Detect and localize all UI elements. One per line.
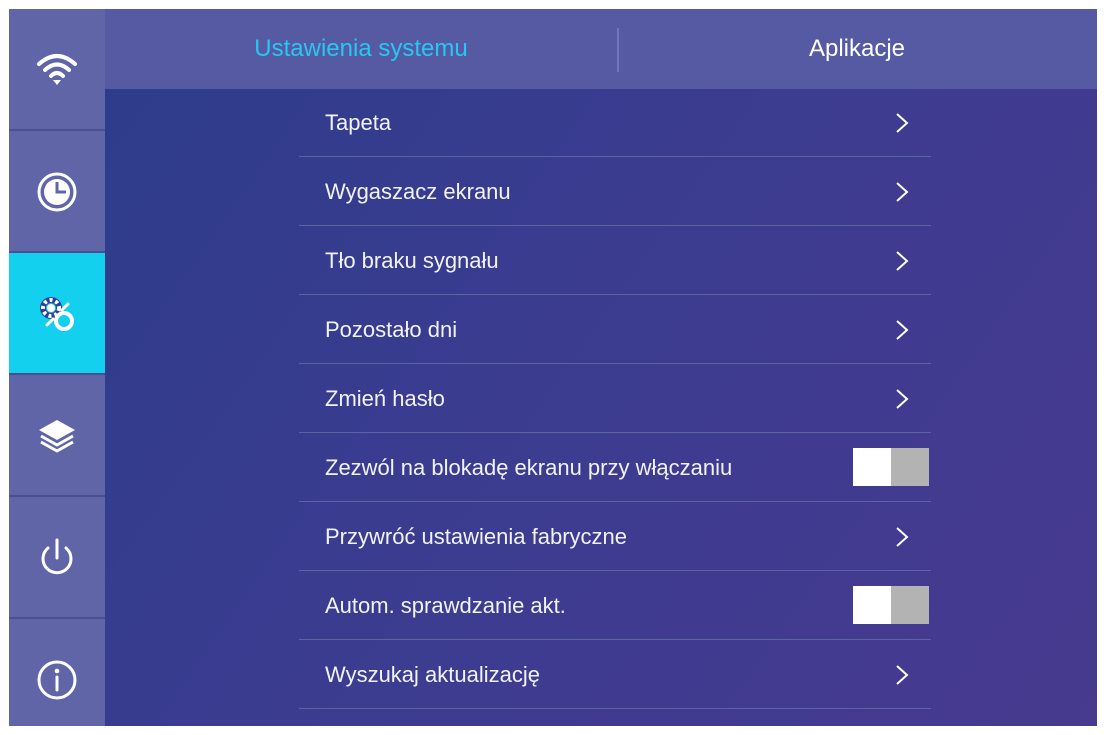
settings-row-no-signal-background[interactable]: Tło braku sygnału [299, 226, 931, 295]
sidebar-item-time[interactable] [9, 131, 105, 253]
tab-system-settings[interactable]: Ustawienia systemu [105, 9, 617, 89]
toggle-knob [853, 448, 891, 486]
tab-applications[interactable]: Aplikacje [617, 9, 1097, 89]
settings-row-days-left[interactable]: Pozostało dni [299, 295, 931, 364]
row-label: Tapeta [325, 110, 392, 135]
chevron-right-icon [896, 113, 909, 133]
chevron-right-icon [896, 320, 909, 340]
settings-row-wallpaper[interactable]: Tapeta [299, 88, 931, 157]
chevron-right-icon [896, 251, 909, 271]
sidebar-item-layers[interactable] [9, 375, 105, 497]
row-label: Autom. sprawdzanie akt. [325, 593, 566, 618]
row-label: Tło braku sygnału [325, 248, 499, 273]
settings-row-auto-update-check: Autom. sprawdzanie akt. [299, 571, 931, 640]
screen-lock-toggle[interactable] [853, 448, 929, 486]
settings-row-factory-reset[interactable]: Przywróć ustawienia fabryczne [299, 502, 931, 571]
sidebar [9, 9, 105, 726]
sidebar-item-info[interactable] [9, 619, 105, 726]
row-label: Zmień hasło [325, 386, 445, 411]
row-label: Wygaszacz ekranu [325, 179, 511, 204]
settings-row-check-updates[interactable]: Wyszukaj aktualizację [299, 640, 931, 709]
settings-row-screen-lock-on-boot: Zezwól na blokadę ekranu przy włączaniu [299, 433, 931, 502]
clock-icon [37, 172, 77, 211]
toggle-knob [853, 586, 891, 624]
sidebar-item-system-settings[interactable] [9, 253, 105, 375]
info-icon [37, 660, 77, 699]
top-tab-bar: Ustawienia systemu Aplikacje [105, 9, 1097, 89]
tv-settings-screen: Ustawienia systemu Aplikacje Tapeta Wyga… [9, 9, 1097, 726]
chevron-right-icon [896, 182, 909, 202]
row-label: Przywróć ustawienia fabryczne [325, 524, 628, 549]
chevron-right-icon [896, 527, 909, 547]
auto-update-toggle[interactable] [853, 586, 929, 624]
wifi-icon [37, 53, 77, 85]
chevron-right-icon [896, 389, 909, 409]
sidebar-item-power[interactable] [9, 497, 105, 619]
settings-gear-icon [40, 296, 74, 331]
settings-list: Tapeta Wygaszacz ekranu Tło braku sygnał… [299, 88, 931, 709]
chevron-right-icon [896, 665, 909, 685]
row-label: Wyszukaj aktualizację [325, 662, 540, 687]
settings-row-screensaver[interactable]: Wygaszacz ekranu [299, 157, 931, 226]
power-icon [41, 538, 73, 574]
layers-icon [39, 419, 75, 452]
settings-row-change-password[interactable]: Zmień hasło [299, 364, 931, 433]
sidebar-item-network[interactable] [9, 9, 105, 131]
row-label: Zezwól na blokadę ekranu przy włączaniu [325, 455, 733, 480]
row-label: Pozostało dni [325, 317, 458, 342]
